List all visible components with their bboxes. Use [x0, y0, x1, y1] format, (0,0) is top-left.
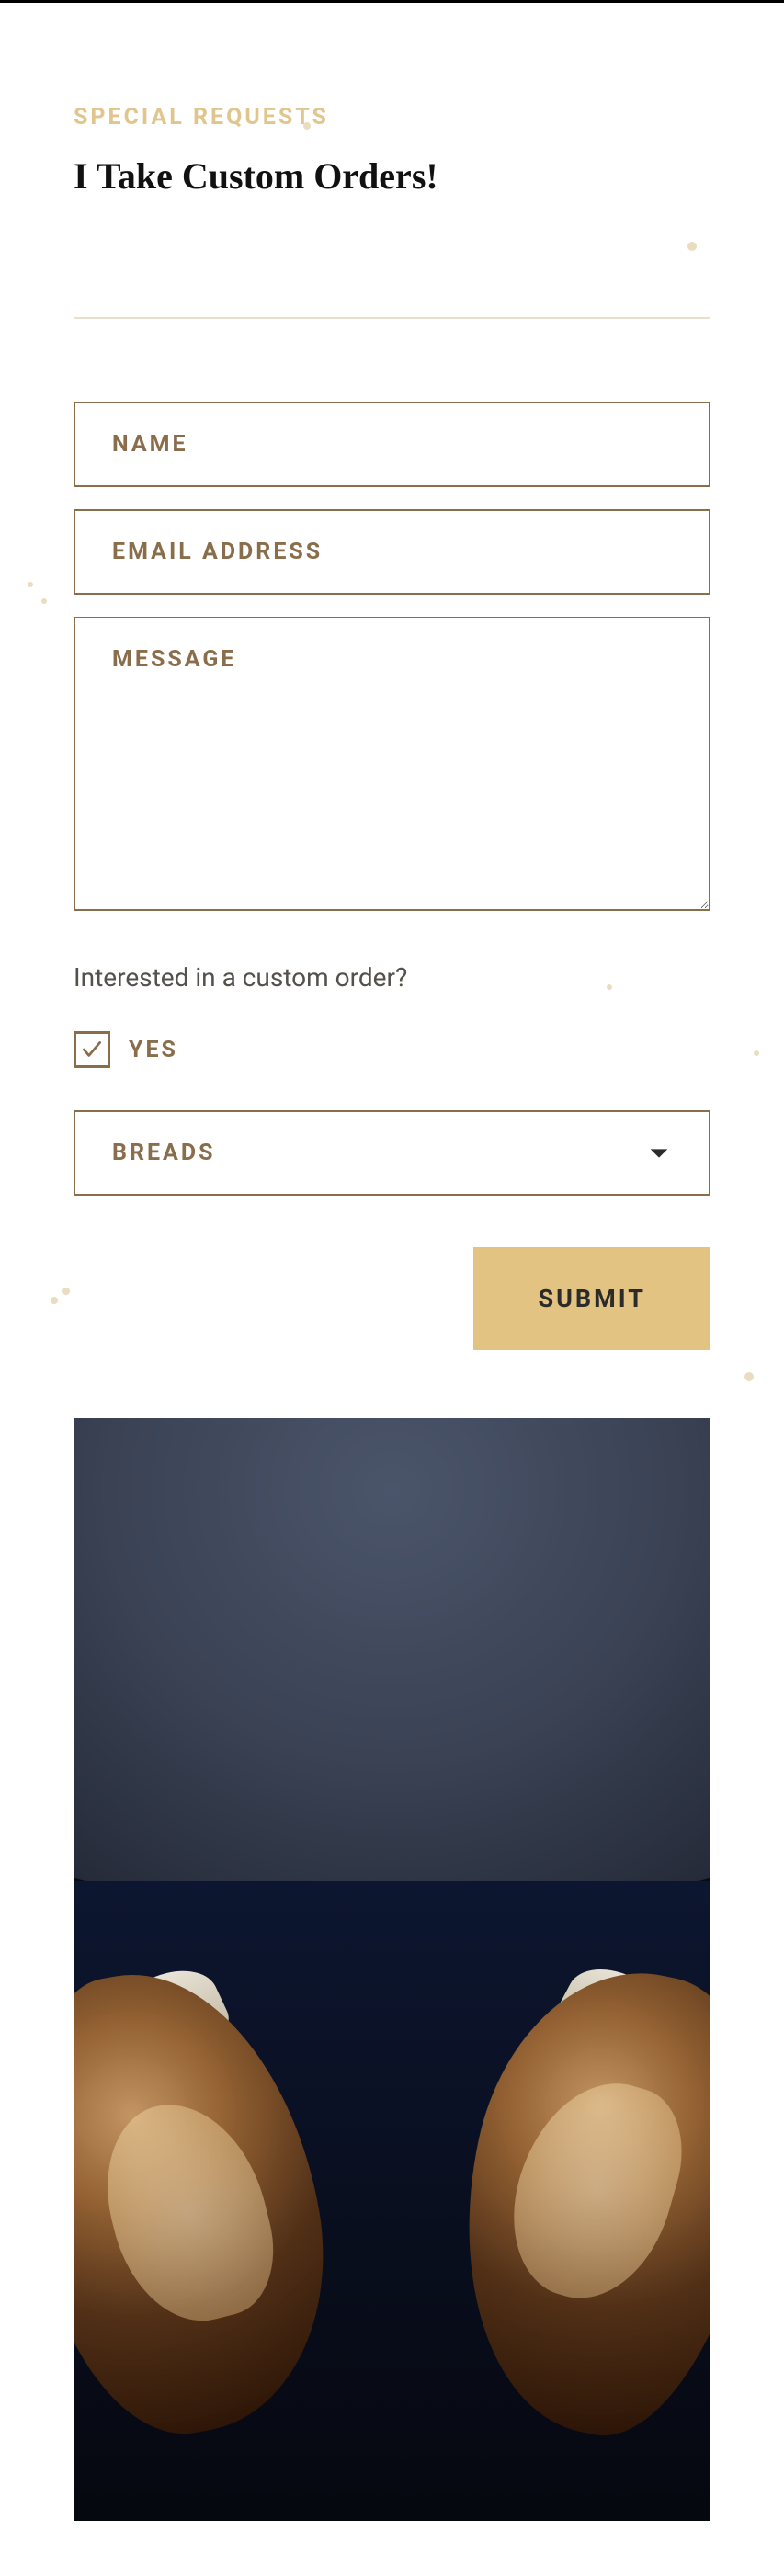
decorative-dot: [51, 1297, 58, 1304]
check-icon: [80, 1038, 104, 1061]
decorative-dot: [303, 122, 311, 130]
yes-checkbox[interactable]: [74, 1031, 110, 1068]
email-input[interactable]: [74, 509, 710, 595]
yes-checkbox-label: Yes: [129, 1037, 178, 1063]
decorative-dot: [607, 984, 612, 990]
custom-order-question: Interested in a custom order?: [74, 962, 710, 993]
baker-bread-image: [74, 1418, 710, 2521]
decorative-dot: [754, 1050, 759, 1056]
yes-checkbox-row: Yes: [74, 1031, 710, 1068]
product-select[interactable]: Breads: [74, 1110, 710, 1196]
product-select-value: Breads: [112, 1140, 215, 1166]
message-input[interactable]: [74, 617, 710, 911]
submit-button[interactable]: Submit: [473, 1247, 710, 1350]
decorative-dot: [41, 598, 47, 604]
name-input[interactable]: [74, 402, 710, 487]
section-eyebrow: SPECIAL REQUESTS: [74, 104, 710, 131]
section-title: I Take Custom Orders!: [74, 154, 710, 198]
decorative-dot: [62, 1288, 70, 1295]
submit-row: Submit: [74, 1247, 710, 1350]
custom-order-section: SPECIAL REQUESTS I Take Custom Orders! I…: [0, 3, 784, 2576]
decorative-dot: [744, 1372, 754, 1381]
divider: [74, 317, 710, 319]
decorative-dot: [687, 242, 697, 251]
chevron-down-icon: [646, 1140, 672, 1166]
decorative-dot: [28, 582, 33, 587]
